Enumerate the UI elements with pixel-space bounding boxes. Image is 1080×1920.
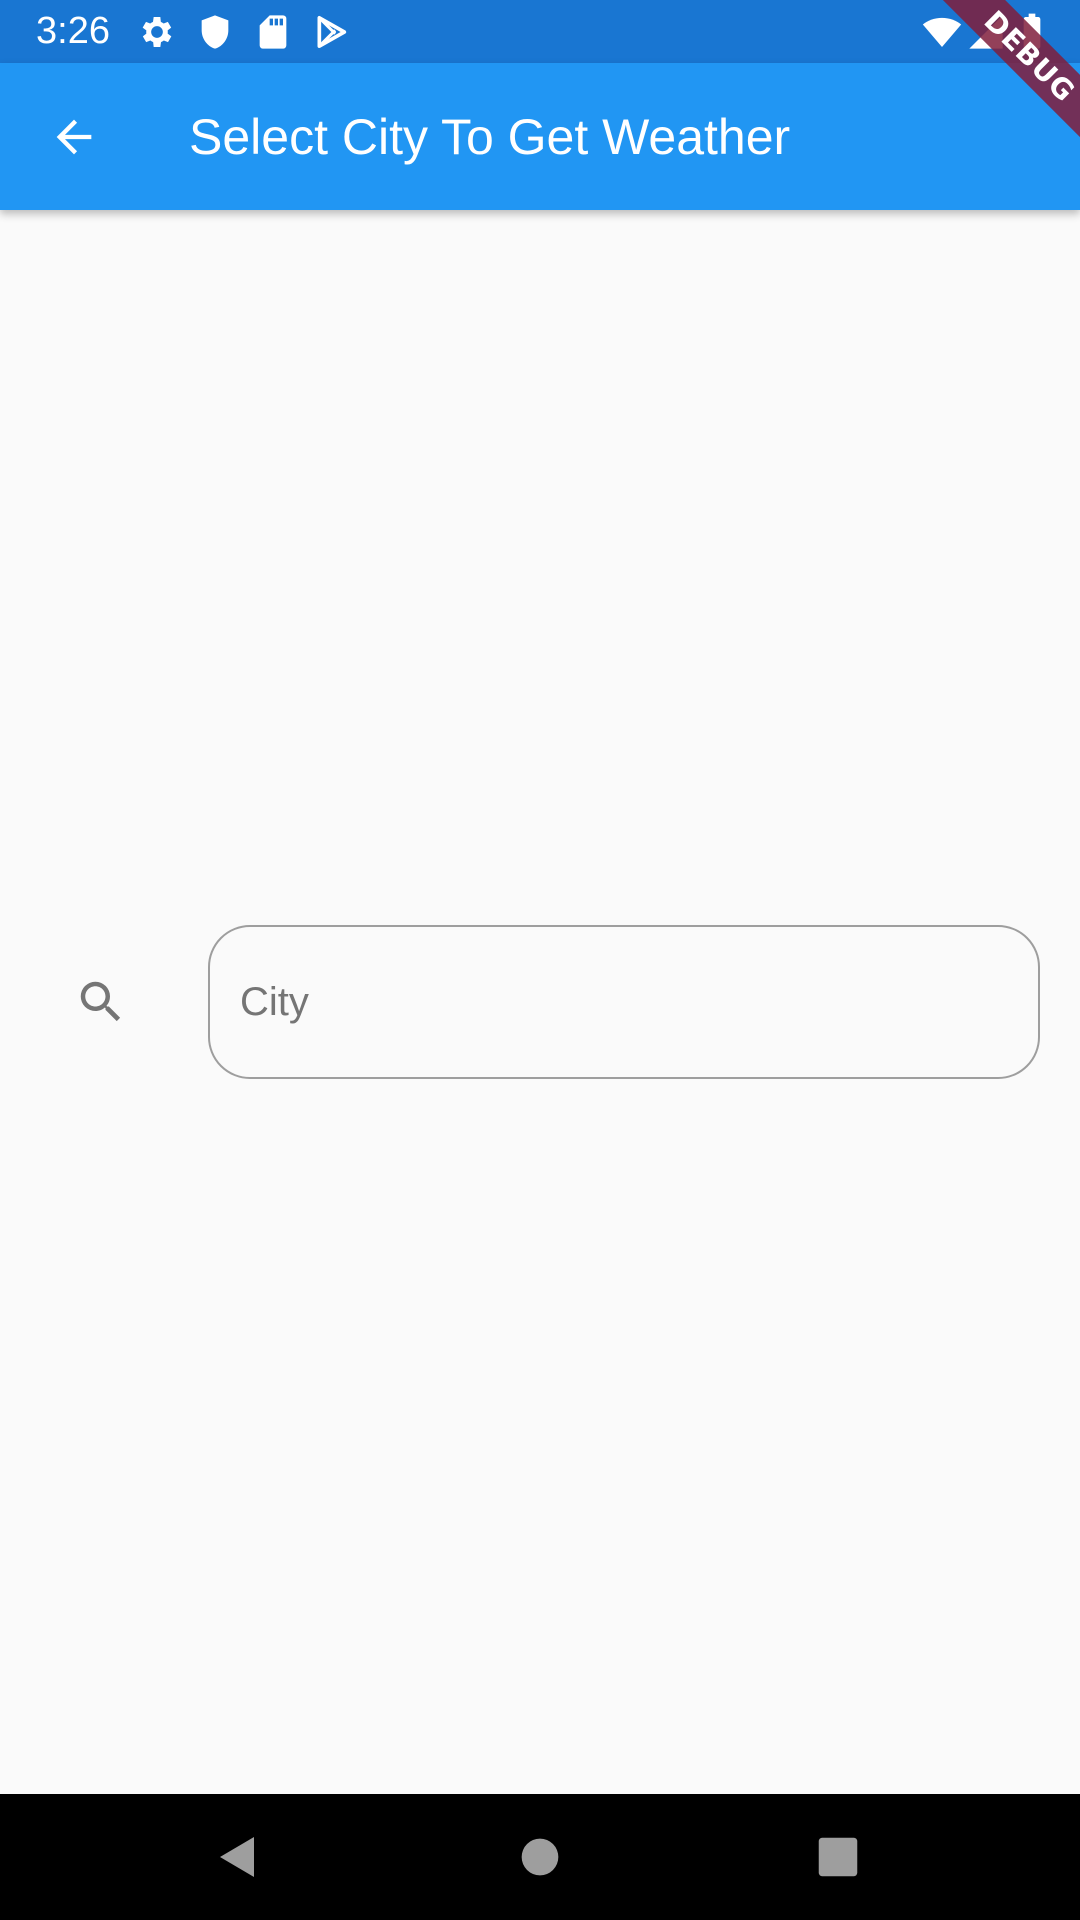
shield-icon xyxy=(195,12,235,52)
recents-square-icon xyxy=(817,1836,859,1878)
status-bar: 3:26 xyxy=(0,0,1080,63)
app-bar: Select City To Get Weather xyxy=(0,63,1080,210)
city-input[interactable] xyxy=(208,925,1040,1079)
nav-home-button[interactable] xyxy=(510,1827,570,1887)
gear-icon xyxy=(137,12,177,52)
wifi-icon xyxy=(922,12,962,52)
nav-recents-button[interactable] xyxy=(808,1827,868,1887)
back-triangle-icon xyxy=(214,1833,262,1881)
arrow-back-icon xyxy=(48,111,100,163)
back-button[interactable] xyxy=(34,97,114,177)
status-time: 3:26 xyxy=(36,10,110,52)
page-title: Select City To Get Weather xyxy=(189,109,791,165)
search-icon xyxy=(74,975,128,1029)
home-circle-icon xyxy=(520,1837,560,1877)
sd-card-icon xyxy=(253,12,293,52)
nav-back-button[interactable] xyxy=(208,1827,268,1887)
app-screen: 3:26 Select City To Get Weather DEBUG Ci… xyxy=(0,0,1080,1920)
play-store-icon xyxy=(311,12,351,52)
navigation-bar xyxy=(0,1794,1080,1920)
